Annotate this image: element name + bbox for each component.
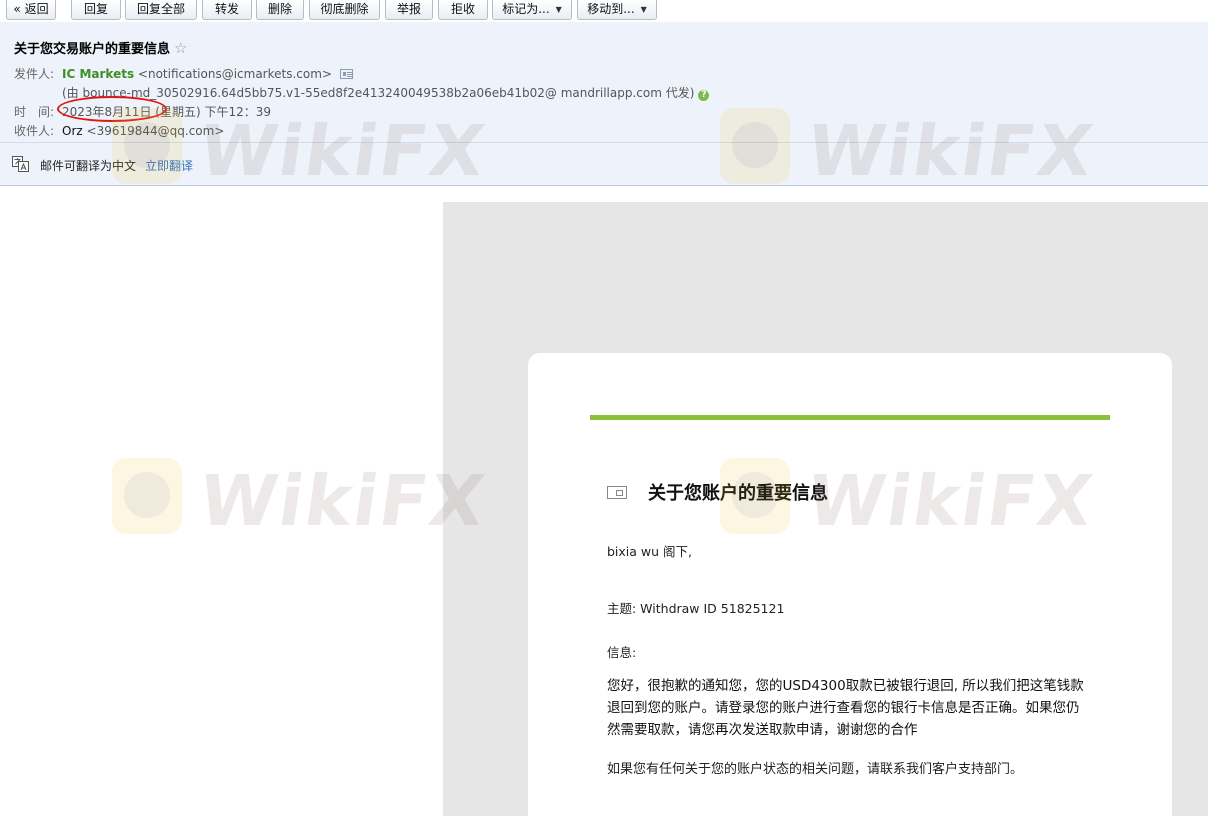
- help-icon[interactable]: ?: [698, 90, 710, 101]
- delete-forever-button[interactable]: 彻底删除: [309, 0, 380, 20]
- reply-button[interactable]: 回复: [71, 0, 121, 20]
- forward-button[interactable]: 转发: [202, 0, 252, 20]
- translate-icon: [12, 156, 29, 172]
- recipient-email: <39619844@qq.com>: [86, 124, 225, 138]
- move-to-label: 移动到...: [587, 2, 635, 16]
- star-icon[interactable]: ☆: [174, 39, 187, 57]
- footer-note: 如果您有任何关于您的账户状态的相关问题，请联系我们客户支持部门。: [607, 762, 1024, 777]
- from-row: 发件人: IC Markets <notifications@icmarkets.…: [14, 65, 353, 82]
- translate-bar: 邮件可翻译为中文 立即翻译: [0, 142, 1208, 185]
- subject-line: 主题: Withdraw ID 51825121: [607, 601, 785, 616]
- recipient-name[interactable]: Orz: [62, 124, 83, 138]
- mark-as-label: 标记为...: [502, 2, 550, 16]
- via-row: (由 bounce-md_30502916.64d5bb75.v1-55ed8f…: [62, 84, 710, 101]
- info-label: 信息:: [607, 645, 637, 660]
- weekday-time: (星期五) 下午12：39: [155, 105, 271, 119]
- time-label: 时 间:: [14, 105, 55, 119]
- email-title: 关于您账户的重要信息: [648, 483, 828, 504]
- subject-text: 关于您交易账户的重要信息: [14, 42, 171, 57]
- toolbar: « 返回 回复 回复全部 转发 删除 彻底删除 举报 拒收 标记为... ▼ 移动…: [0, 0, 1208, 22]
- via-line: (由 bounce-md_30502916.64d5bb75.v1-55ed8f…: [62, 86, 695, 100]
- envelope-icon: [607, 486, 627, 499]
- move-to-dropdown[interactable]: 移动到... ▼: [577, 0, 657, 20]
- mark-as-dropdown[interactable]: 标记为... ▼: [492, 0, 572, 20]
- mail-window: « 返回 回复 回复全部 转发 删除 彻底删除 举报 拒收 标记为... ▼ 移动…: [0, 0, 1208, 816]
- greeting: bixia wu 阁下,: [607, 544, 693, 559]
- message-body: 您好，很抱歉的通知您，您的USD4300取款已被银行退回, 所以我们把这笔钱款退…: [607, 678, 1084, 738]
- delete-button[interactable]: 删除: [256, 0, 304, 20]
- back-button[interactable]: « 返回: [6, 0, 56, 20]
- from-label: 发件人:: [14, 67, 55, 81]
- sender-name[interactable]: IC Markets: [62, 67, 134, 81]
- translate-now-link[interactable]: 立即翻译: [145, 157, 193, 174]
- sender-email: <notifications@icmarkets.com>: [137, 67, 332, 81]
- report-button[interactable]: 举报: [385, 0, 433, 20]
- date-highlight-circle: [57, 96, 167, 122]
- caret-down-icon: ▼: [555, 5, 562, 14]
- watermark-logo: [112, 458, 182, 534]
- caret-down-icon: ▼: [640, 5, 647, 14]
- reply-all-button[interactable]: 回复全部: [125, 0, 197, 20]
- to-label: 收件人:: [14, 124, 55, 138]
- contact-card-icon[interactable]: [339, 69, 353, 79]
- email-card: [528, 353, 1172, 816]
- reject-button[interactable]: 拒收: [438, 0, 488, 20]
- mail-header: 关于您交易账户的重要信息 ☆ 发件人: IC Markets <notificati…: [0, 22, 1208, 186]
- mail-subject: 关于您交易账户的重要信息 ☆: [14, 38, 187, 57]
- translate-prompt: 邮件可翻译为中文: [40, 159, 137, 173]
- accent-bar: [590, 415, 1110, 420]
- to-row: 收件人: Orz <39619844@qq.com>: [14, 122, 224, 139]
